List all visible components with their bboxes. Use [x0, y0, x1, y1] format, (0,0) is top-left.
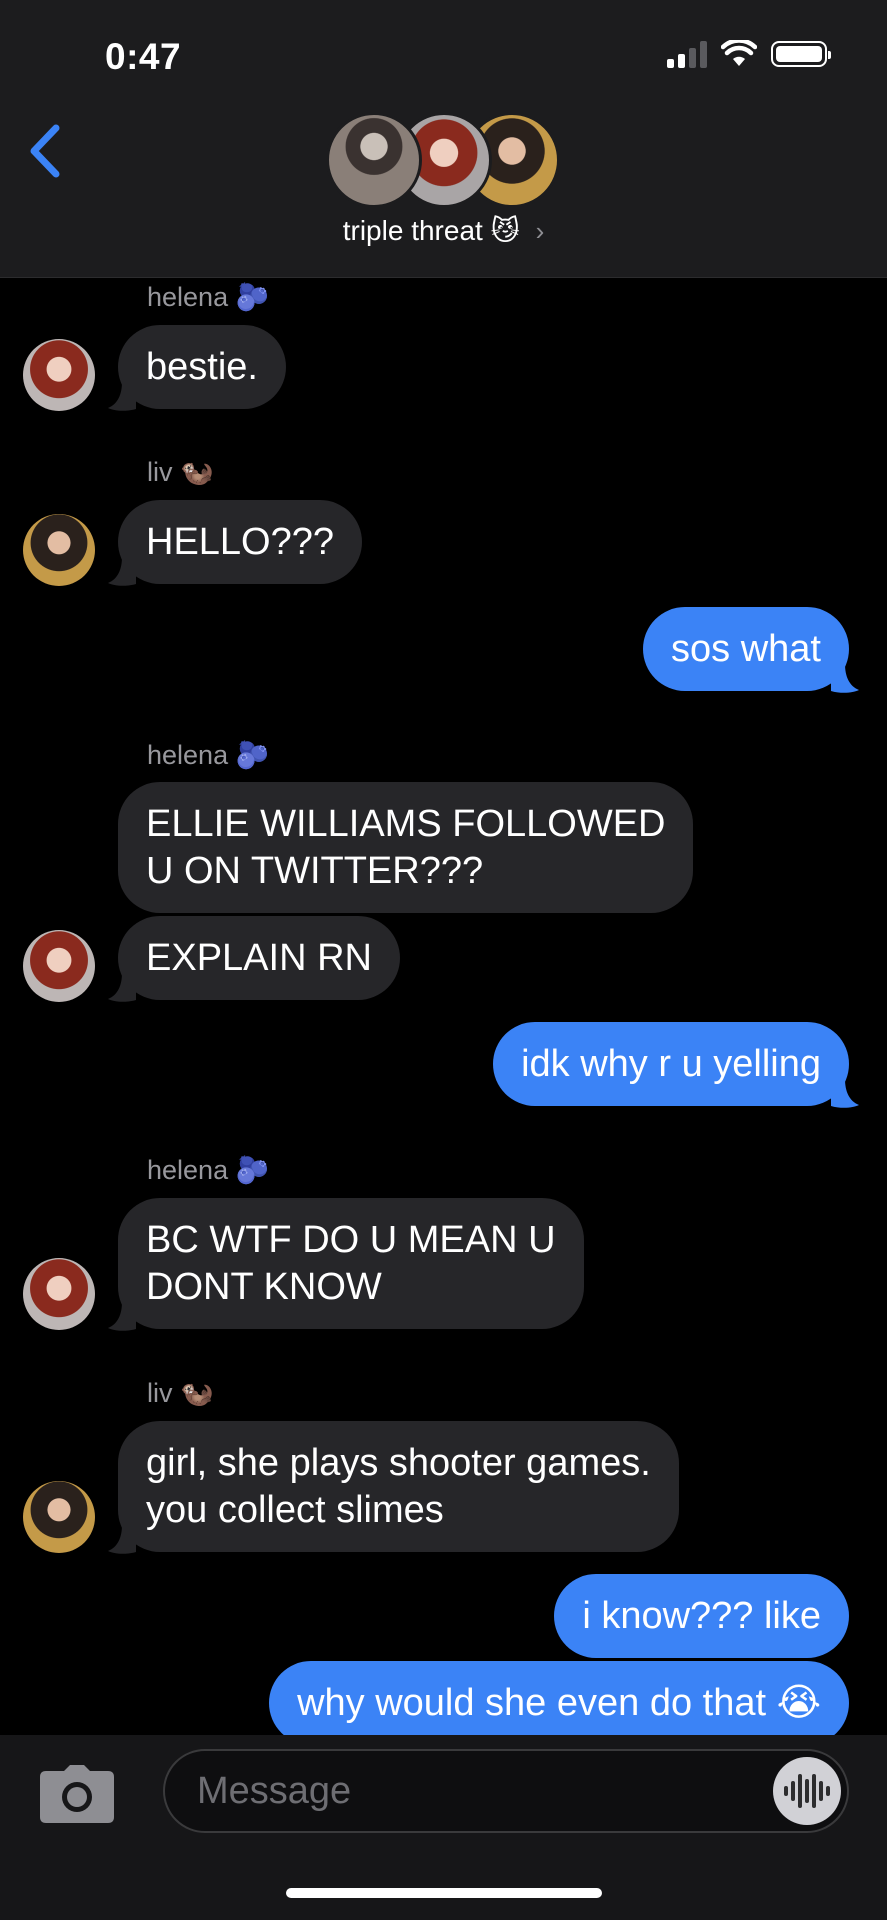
message-bubble-incoming[interactable]: girl, she plays shooter games. you colle…: [118, 1421, 679, 1552]
group-name-label: triple threat: [342, 215, 483, 246]
avatar: [326, 112, 422, 208]
message-bubble-outgoing[interactable]: i know??? like: [554, 1574, 849, 1658]
otter-emoji-icon: 🦦: [180, 457, 214, 487]
blueberry-emoji-icon: 🫐: [235, 282, 270, 312]
status-icons: [667, 40, 831, 68]
message-composer: Message: [0, 1735, 887, 1920]
cat-emoji-icon: 😼: [490, 215, 520, 246]
chevron-left-icon[interactable]: [26, 124, 62, 178]
bubble-tail: [108, 1525, 136, 1554]
message-input[interactable]: Message: [163, 1749, 849, 1833]
bubble-tail: [108, 973, 136, 1002]
waveform-icon[interactable]: [773, 1757, 841, 1825]
avatar[interactable]: [23, 1481, 95, 1553]
sender-label: helena 🫐: [147, 282, 270, 312]
avatar[interactable]: [23, 339, 95, 411]
sender-label: helena 🫐: [147, 1155, 270, 1185]
bubble-tail: [108, 382, 136, 411]
bubble-tail: [108, 557, 136, 586]
bubble-tail: [108, 1302, 136, 1331]
home-indicator[interactable]: [286, 1888, 602, 1898]
message-bubble-incoming[interactable]: HELLO???: [118, 500, 363, 584]
message-bubble-outgoing[interactable]: idk why r u yelling: [493, 1022, 849, 1106]
message-bubble-incoming[interactable]: EXPLAIN RN: [118, 916, 400, 1000]
signal-icon: [667, 40, 707, 68]
message-bubble-incoming[interactable]: BC WTF DO U MEAN U DONT KNOW: [118, 1198, 584, 1329]
chevron-right-icon: ›: [535, 216, 545, 246]
message-bubble-outgoing[interactable]: sos what: [643, 607, 849, 691]
group-avatars[interactable]: [326, 112, 560, 210]
message-bubble-incoming[interactable]: bestie.: [118, 325, 286, 409]
sender-label: helena 🫐: [147, 740, 270, 770]
navigation-header: 0:47 triple threat 😼 ›: [0, 0, 887, 278]
status-time: 0:47: [105, 36, 182, 77]
avatar[interactable]: [23, 930, 95, 1002]
otter-emoji-icon: 🦦: [180, 1378, 214, 1408]
sender-label: liv 🦦: [147, 1378, 214, 1408]
group-title[interactable]: triple threat 😼 ›: [0, 214, 887, 247]
message-placeholder: Message: [197, 1769, 352, 1812]
blueberry-emoji-icon: 🫐: [235, 740, 270, 770]
bubble-tail: [831, 664, 859, 693]
wifi-icon: [721, 40, 757, 66]
battery-icon: [771, 41, 831, 67]
avatar[interactable]: [23, 1258, 95, 1330]
blueberry-emoji-icon: 🫐: [235, 1155, 270, 1185]
message-bubble-incoming[interactable]: ELLIE WILLIAMS FOLLOWED U ON TWITTER???: [118, 782, 694, 913]
message-bubble-outgoing[interactable]: why would she even do that 😭: [269, 1661, 849, 1735]
message-list[interactable]: helena 🫐 bestie. liv 🦦 HELLO??? sos what…: [0, 278, 887, 1735]
bubble-tail: [831, 1079, 859, 1108]
camera-icon[interactable]: [40, 1765, 114, 1823]
avatar[interactable]: [23, 514, 95, 586]
sender-label: liv 🦦: [147, 457, 214, 487]
